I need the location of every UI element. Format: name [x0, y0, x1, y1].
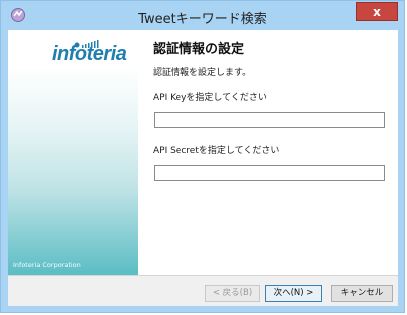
api-secret-label: API Secretを指定してください	[153, 146, 280, 156]
api-secret-field[interactable]	[154, 165, 385, 181]
back-button[interactable]: < 戻る(B)	[205, 285, 260, 302]
divider	[8, 275, 398, 276]
close-button[interactable]: x	[356, 2, 398, 21]
content-panel: 認証情報の設定 認証情報を設定します。 API Keyを指定してください API…	[138, 30, 398, 275]
page-description: 認証情報を設定します。	[153, 68, 252, 78]
window-title: Tweetキーワード検索	[138, 12, 267, 27]
copyright-text: Infoteria Corporation	[13, 261, 81, 269]
cancel-button[interactable]: キャンセル	[331, 285, 393, 302]
infoteria-logo: infoteria	[52, 40, 132, 66]
page-title: 認証情報の設定	[153, 42, 245, 57]
title-bar[interactable]: Tweetキーワード検索 x	[1, 1, 404, 31]
wizard-client-area: infoteria Infoteria Corporation 認証情報の設定 …	[8, 30, 398, 306]
api-key-field[interactable]	[154, 112, 385, 128]
branding-panel: infoteria Infoteria Corporation	[8, 30, 138, 275]
logo-text: infoteria	[52, 43, 127, 65]
wizard-window: Tweetキーワード検索 x infoteria Infoteria Corpo…	[0, 0, 405, 313]
api-key-label: API Keyを指定してください	[153, 93, 267, 103]
next-button[interactable]: 次へ(N) >	[265, 285, 322, 302]
